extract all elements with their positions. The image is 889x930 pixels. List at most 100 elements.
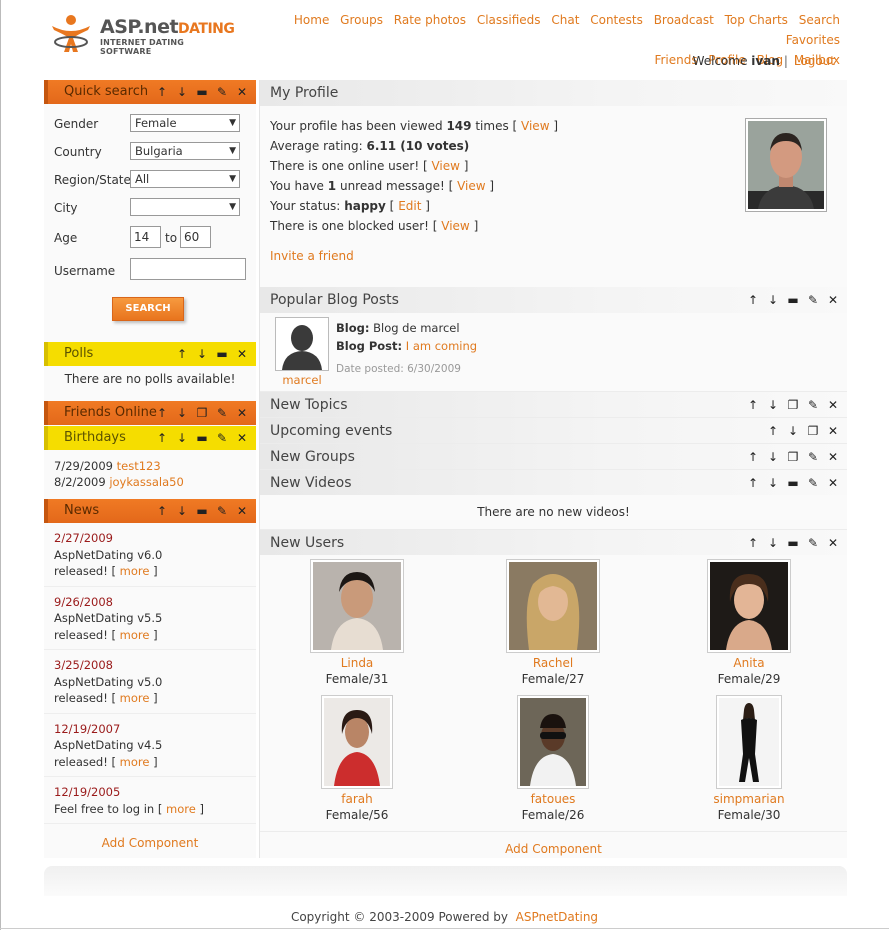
close-icon[interactable]: ✕	[232, 499, 252, 523]
blog-author-avatar[interactable]	[275, 317, 329, 371]
move-down-icon[interactable]: ↓	[763, 392, 783, 418]
city-select[interactable]: ▼	[130, 198, 240, 216]
edit-status-link[interactable]: Edit	[398, 199, 421, 213]
move-down-icon[interactable]: ↓	[763, 444, 783, 470]
close-icon[interactable]: ✕	[232, 426, 252, 450]
edit-icon[interactable]: ✎	[803, 444, 823, 470]
minimize-icon[interactable]: ▬	[783, 287, 803, 313]
user-name-link[interactable]: Anita	[674, 655, 824, 671]
move-down-icon[interactable]: ↓	[192, 342, 212, 366]
nav-broadcast[interactable]: Broadcast	[654, 10, 714, 30]
edit-icon[interactable]: ✎	[212, 401, 232, 425]
move-up-icon[interactable]: ↑	[743, 530, 763, 556]
restore-icon[interactable]: ❐	[192, 401, 212, 425]
nav-groups[interactable]: Groups	[340, 10, 383, 30]
close-icon[interactable]: ✕	[823, 392, 843, 418]
move-down-icon[interactable]: ↓	[172, 401, 192, 425]
nav-home[interactable]: Home	[294, 10, 329, 30]
polls-header[interactable]: Polls ↑ ↓ ▬ ✕	[44, 342, 256, 366]
new-videos-header[interactable]: New Videos ↑ ↓ ▬ ✎ ✕	[260, 469, 847, 495]
user-name-link[interactable]: fatoues	[478, 791, 628, 807]
nav-classifieds[interactable]: Classifieds	[477, 10, 541, 30]
move-down-icon[interactable]: ↓	[172, 80, 192, 104]
close-icon[interactable]: ✕	[823, 287, 843, 313]
user-photo[interactable]	[517, 695, 589, 789]
search-button[interactable]: SEARCH	[112, 297, 184, 321]
move-up-icon[interactable]: ↑	[743, 470, 763, 496]
news-more-link[interactable]: more	[120, 755, 150, 769]
user-photo[interactable]	[716, 695, 782, 789]
move-down-icon[interactable]: ↓	[172, 426, 192, 450]
edit-icon[interactable]: ✎	[803, 287, 823, 313]
move-up-icon[interactable]: ↑	[172, 342, 192, 366]
new-users-header[interactable]: New Users ↑ ↓ ▬ ✎ ✕	[260, 529, 847, 555]
user-photo[interactable]	[506, 559, 600, 653]
restore-icon[interactable]: ❐	[783, 444, 803, 470]
blog-post-link[interactable]: I am coming	[406, 339, 477, 353]
news-more-link[interactable]: more	[120, 564, 150, 578]
region-select[interactable]: All ▼	[130, 170, 240, 188]
close-icon[interactable]: ✕	[823, 418, 843, 444]
minimize-icon[interactable]: ▬	[783, 470, 803, 496]
move-down-icon[interactable]: ↓	[783, 418, 803, 444]
nav-friends[interactable]: Friends	[654, 50, 697, 70]
powered-by-link[interactable]: ASPnetDating	[516, 910, 598, 924]
friends-online-header[interactable]: Friends Online ↑ ↓ ❐ ✎ ✕	[44, 401, 256, 425]
site-logo[interactable]: ASP.netDATING INTERNET DATING SOFTWARE	[48, 14, 235, 56]
minimize-icon[interactable]: ▬	[192, 80, 212, 104]
nav-search[interactable]: Search	[799, 10, 840, 30]
user-photo[interactable]	[321, 695, 393, 789]
view-messages-link[interactable]: View	[457, 179, 485, 193]
user-name-link[interactable]: Rachel	[478, 655, 628, 671]
gender-select[interactable]: Female ▼	[130, 114, 240, 132]
move-down-icon[interactable]: ↓	[763, 470, 783, 496]
nav-rate-photos[interactable]: Rate photos	[394, 10, 466, 30]
user-name-link[interactable]: simpmarian	[674, 791, 824, 807]
edit-icon[interactable]: ✎	[803, 392, 823, 418]
new-topics-header[interactable]: New Topics ↑ ↓ ❐ ✎ ✕	[260, 391, 847, 417]
profile-photo[interactable]	[745, 118, 827, 212]
nav-contests[interactable]: Contests	[590, 10, 643, 30]
left-add-component-link[interactable]: Add Component	[44, 836, 256, 850]
move-up-icon[interactable]: ↑	[152, 401, 172, 425]
close-icon[interactable]: ✕	[232, 342, 252, 366]
blog-posts-header[interactable]: Popular Blog Posts ↑ ↓ ▬ ✎ ✕	[260, 287, 847, 313]
edit-icon[interactable]: ✎	[212, 426, 232, 450]
user-card[interactable]: Rachel Female/27	[478, 559, 628, 687]
logout-link[interactable]: Logout	[794, 54, 835, 68]
close-icon[interactable]: ✕	[823, 530, 843, 556]
move-up-icon[interactable]: ↑	[152, 80, 172, 104]
view-online-users-link[interactable]: View	[431, 159, 459, 173]
close-icon[interactable]: ✕	[823, 470, 843, 496]
move-up-icon[interactable]: ↑	[743, 444, 763, 470]
age-from-input[interactable]: 14	[130, 226, 161, 248]
user-name-link[interactable]: farah	[282, 791, 432, 807]
minimize-icon[interactable]: ▬	[192, 499, 212, 523]
minimize-icon[interactable]: ▬	[192, 426, 212, 450]
blog-author-link[interactable]: marcel	[275, 373, 329, 387]
close-icon[interactable]: ✕	[823, 444, 843, 470]
news-more-link[interactable]: more	[166, 802, 196, 816]
move-up-icon[interactable]: ↑	[763, 418, 783, 444]
birthday-user-link[interactable]: test123	[117, 459, 161, 473]
nav-favorites[interactable]: Favorites	[786, 30, 840, 50]
user-photo[interactable]	[310, 559, 404, 653]
user-card[interactable]: fatoues Female/26	[478, 695, 628, 823]
main-add-component-link[interactable]: Add Component	[260, 831, 847, 856]
edit-icon[interactable]: ✎	[803, 470, 823, 496]
news-header[interactable]: News ↑ ↓ ▬ ✎ ✕	[44, 499, 256, 523]
user-card[interactable]: Linda Female/31	[282, 559, 432, 687]
new-groups-header[interactable]: New Groups ↑ ↓ ❐ ✎ ✕	[260, 443, 847, 469]
news-more-link[interactable]: more	[120, 628, 150, 642]
move-down-icon[interactable]: ↓	[172, 499, 192, 523]
country-select[interactable]: Bulgaria ▼	[130, 142, 240, 160]
user-card[interactable]: farah Female/56	[282, 695, 432, 823]
birthday-user-link[interactable]: joykassala50	[109, 475, 183, 489]
user-card[interactable]: Anita Female/29	[674, 559, 824, 687]
view-profile-views-link[interactable]: View	[521, 119, 549, 133]
move-up-icon[interactable]: ↑	[743, 392, 763, 418]
move-up-icon[interactable]: ↑	[152, 426, 172, 450]
nav-chat[interactable]: Chat	[551, 10, 579, 30]
news-more-link[interactable]: more	[120, 691, 150, 705]
view-blocked-users-link[interactable]: View	[441, 219, 469, 233]
